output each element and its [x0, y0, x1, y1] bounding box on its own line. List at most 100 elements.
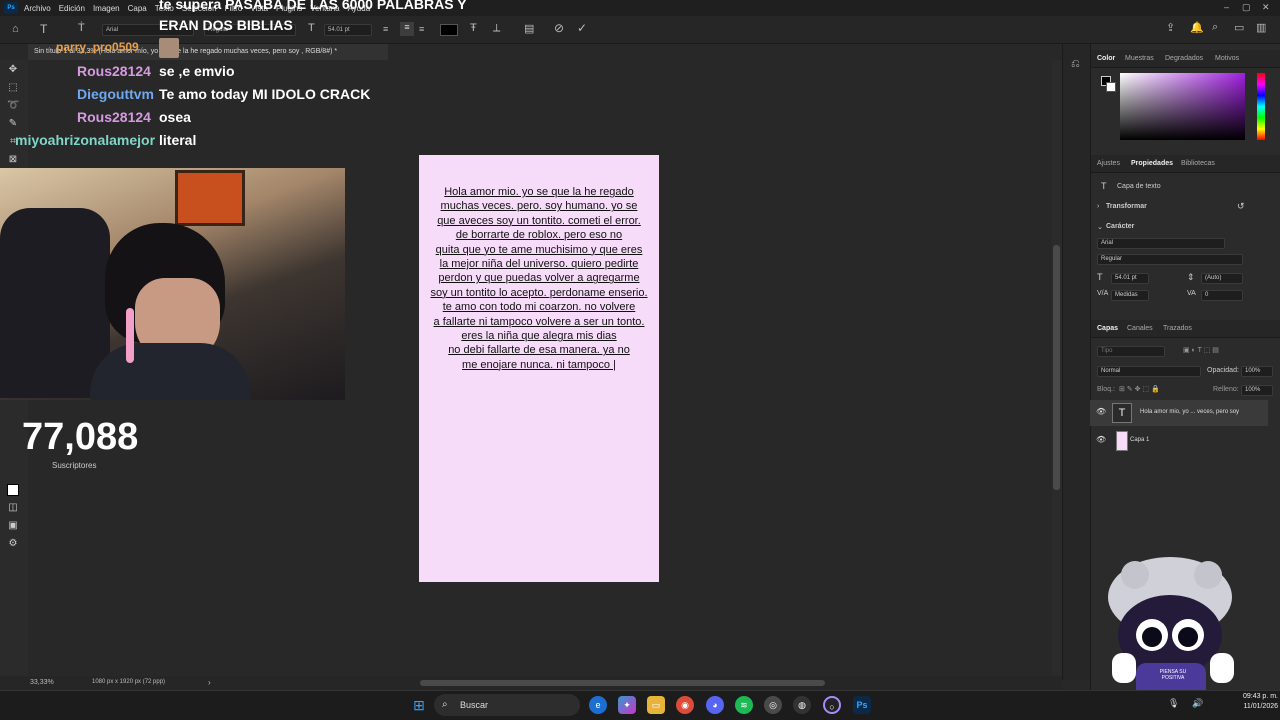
marquee-tool-icon[interactable]: ⬚ — [7, 82, 19, 94]
maximize-icon[interactable]: ▢ — [1242, 2, 1251, 13]
align-center-icon[interactable]: ≡ — [400, 22, 414, 36]
warp-text-icon[interactable]: Ŧ — [470, 22, 477, 34]
text-orientation-icon[interactable]: Ṫ — [78, 22, 85, 34]
panel-font-size[interactable]: 54.01 pt — [1111, 273, 1149, 284]
text-line: me enojare nunca. ni tampoco | — [462, 358, 616, 371]
layer-filter-icons[interactable]: ▣ ◐ T ⬚ ▤ — [1183, 346, 1219, 354]
transform-section[interactable]: Transformar — [1106, 203, 1147, 210]
text-3d-icon[interactable]: ⟂ — [493, 22, 500, 35]
menu-capa[interactable]: Capa — [128, 4, 147, 13]
text-tool-icon[interactable]: T — [40, 22, 47, 36]
app-circle-icon[interactable]: ○ — [823, 696, 841, 714]
tab-bibliotecas[interactable]: Bibliotecas — [1181, 160, 1215, 167]
copilot-icon[interactable]: ✦ — [618, 696, 636, 714]
taskbar-search[interactable]: ⌕ Buscar — [434, 694, 580, 716]
chevron-down-icon[interactable]: ⌄ — [1097, 223, 1103, 231]
lasso-tool-icon[interactable]: ➰ — [7, 100, 19, 112]
layer-row-text[interactable]: 👁 T Hola amor mio, yo ... veces, pero so… — [1090, 400, 1268, 426]
workspace-icon[interactable]: ▭ — [1234, 21, 1244, 34]
text-color-swatch[interactable] — [440, 24, 458, 36]
character-panel-icon[interactable]: ▤ — [524, 22, 534, 35]
edit-toolbar-icon[interactable]: ⚙ — [7, 538, 19, 550]
panel-toggle-icon[interactable]: ▥ — [1256, 21, 1266, 34]
frame-tool-icon[interactable]: ⊠ — [7, 154, 19, 166]
lock-icons[interactable]: ⊞ ✎ ✥ ⬚ 🔒 — [1119, 385, 1160, 393]
wall-poster — [175, 170, 245, 226]
horizontal-scroll-thumb[interactable] — [420, 680, 825, 686]
layer-name[interactable]: Capa 1 — [1130, 437, 1149, 443]
discord-icon[interactable]: ◕ — [706, 696, 724, 714]
chrome-alt-icon[interactable]: ◎ — [764, 696, 782, 714]
tab-propiedades[interactable]: Propiedades — [1131, 160, 1173, 167]
background-swatch[interactable] — [1106, 82, 1116, 92]
screen-mode-icon[interactable]: ▣ — [7, 520, 19, 532]
text-layer-content[interactable]: Hola amor mio. yo se que la he regado mu… — [419, 185, 659, 372]
tab-canales[interactable]: Canales — [1127, 325, 1153, 332]
menu-edicion[interactable]: Edición — [59, 4, 85, 13]
taskbar-clock[interactable]: 09:43 p. m. 11/01/2026 — [1222, 692, 1278, 712]
panel-tracking[interactable]: 0 — [1201, 290, 1243, 301]
align-left-icon[interactable]: ≡ — [383, 24, 388, 34]
reset-transform-icon[interactable]: ↺ — [1237, 201, 1245, 212]
menu-imagen[interactable]: Imagen — [93, 4, 120, 13]
subscriber-count: 77,088 — [22, 416, 139, 458]
menu-archivo[interactable]: Archivo — [24, 4, 51, 13]
hue-slider[interactable] — [1257, 73, 1265, 140]
minimize-icon[interactable]: – — [1224, 2, 1229, 12]
chrome-icon[interactable]: ◉ — [676, 696, 694, 714]
speaker-icon[interactable]: 🔊 — [1192, 698, 1203, 709]
photoshop-taskbar-icon[interactable]: Ps — [853, 696, 871, 714]
share-icon[interactable]: ⇪ — [1166, 21, 1175, 34]
edge-icon[interactable]: e — [589, 696, 607, 714]
align-right-icon[interactable]: ≡ — [419, 24, 424, 34]
character-section[interactable]: Carácter — [1106, 223, 1134, 230]
foreground-color-icon[interactable] — [7, 484, 19, 496]
blend-mode-select[interactable]: Normal — [1097, 366, 1201, 377]
tab-motivos[interactable]: Motivos — [1215, 55, 1239, 62]
file-explorer-icon[interactable]: ▭ — [647, 696, 665, 714]
visibility-eye-icon[interactable]: 👁 — [1096, 408, 1106, 416]
font-size-field[interactable]: 54.01 pt — [324, 24, 372, 36]
tab-muestras[interactable]: Muestras — [1125, 55, 1154, 62]
close-icon[interactable]: ✕ — [1262, 2, 1270, 13]
move-tool-icon[interactable]: ✥ — [7, 64, 19, 76]
layer-filter-input[interactable]: Tipo — [1097, 346, 1165, 357]
mascot-shirt-text: PIENSA SU POSITIVA — [1159, 669, 1187, 681]
windows-start-icon[interactable]: ⊞ — [410, 696, 428, 714]
panel-font-family[interactable]: Arial — [1097, 238, 1225, 249]
cancel-icon[interactable]: ⊘ — [554, 21, 564, 35]
panel-leading[interactable]: (Auto) — [1201, 273, 1243, 284]
fill-field[interactable]: 100% — [1241, 385, 1273, 396]
zoom-level[interactable]: 33,33% — [30, 679, 54, 686]
layer-name[interactable]: Hola amor mio, yo ... veces, pero soy — [1140, 409, 1239, 415]
document-canvas[interactable]: Hola amor mio. yo se que la he regado mu… — [419, 155, 659, 582]
search-icon[interactable]: ⌕ — [1212, 21, 1218, 34]
tab-degradados[interactable]: Degradados — [1165, 55, 1203, 62]
panel-kerning[interactable]: Medidas — [1111, 290, 1149, 301]
chat-username: Rous28124 — [77, 63, 151, 79]
vertical-scroll-thumb[interactable] — [1053, 245, 1060, 490]
quick-select-tool-icon[interactable]: ✎ — [7, 118, 19, 130]
notification-bell-icon[interactable]: 🔔 — [1190, 21, 1204, 34]
quick-mask-icon[interactable]: ◫ — [7, 502, 19, 514]
history-panel-icon[interactable]: ⎌ — [1071, 58, 1080, 71]
tab-ajustes[interactable]: Ajustes — [1097, 160, 1120, 167]
status-chevron-icon[interactable]: › — [208, 678, 211, 687]
mascot-illustration — [1108, 557, 1234, 699]
microphone-icon[interactable]: 🎙 — [1168, 698, 1179, 709]
chevron-right-icon[interactable]: › — [1097, 203, 1099, 210]
panel-font-style[interactable]: Regular — [1097, 254, 1243, 265]
color-picker-field[interactable] — [1120, 73, 1245, 140]
properties-tab-row: Ajustes Propiedades Bibliotecas — [1091, 155, 1280, 173]
tab-trazados[interactable]: Trazados — [1163, 325, 1192, 332]
obs-icon[interactable]: ◍ — [793, 696, 811, 714]
search-icon: ⌕ — [442, 699, 448, 710]
spotify-icon[interactable]: ≋ — [735, 696, 753, 714]
layer-row-pixel[interactable]: 👁 Capa 1 — [1090, 428, 1268, 454]
opacity-field[interactable]: 100% — [1241, 366, 1273, 377]
visibility-eye-icon[interactable]: 👁 — [1096, 436, 1106, 444]
tab-capas[interactable]: Capas — [1097, 325, 1118, 332]
tab-color[interactable]: Color — [1097, 55, 1115, 62]
home-icon[interactable]: ⌂ — [12, 23, 19, 35]
commit-check-icon[interactable]: ✓ — [577, 21, 587, 35]
